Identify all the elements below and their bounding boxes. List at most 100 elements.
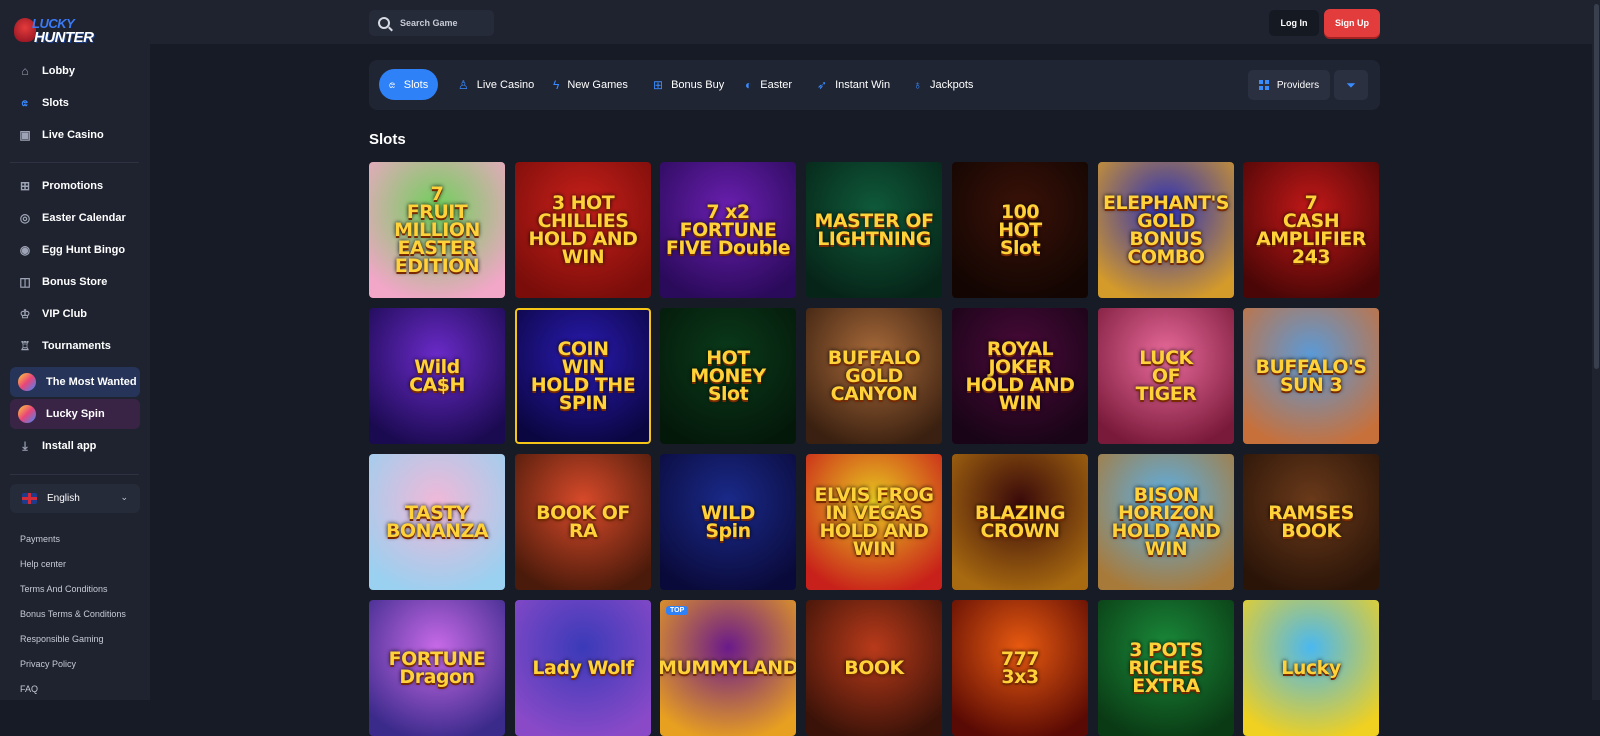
sidebar-item-label: Lobby bbox=[42, 65, 75, 77]
filter-button[interactable]: ⏷ bbox=[1334, 70, 1368, 100]
signup-button[interactable]: Sign Up bbox=[1324, 9, 1380, 37]
scrollbar-thumb[interactable] bbox=[1594, 4, 1599, 369]
search-icon bbox=[378, 17, 390, 29]
sidebar-item-tournaments[interactable]: ♖ Tournaments bbox=[10, 332, 140, 360]
game-title: 100 HOT Slot bbox=[998, 200, 1042, 260]
top-bar bbox=[150, 0, 1600, 44]
chevron-down-icon: ⌄ bbox=[120, 492, 128, 502]
game-title: BOOK bbox=[844, 656, 904, 679]
footer-link-responsible-gaming[interactable]: Responsible Gaming bbox=[20, 634, 104, 644]
providers-button[interactable]: Providers bbox=[1248, 70, 1330, 100]
game-title: BISON HORIZON HOLD AND WIN bbox=[1111, 483, 1221, 561]
game-title: Lady Wolf bbox=[532, 656, 634, 679]
game-tile[interactable]: 3 POTS RICHES EXTRA bbox=[1098, 600, 1234, 736]
game-tile[interactable]: FORTUNE Dragon bbox=[369, 600, 505, 736]
game-tile[interactable]: COIN WIN HOLD THE SPIN bbox=[515, 308, 651, 444]
sidebar-item-lobby[interactable]: ⌂ Lobby bbox=[10, 57, 140, 85]
tab-jackpots[interactable]: ♁ Jackpots bbox=[903, 69, 983, 100]
game-tile[interactable]: BUFFALO'S SUN 3 bbox=[1243, 308, 1379, 444]
footer-link-terms[interactable]: Terms And Conditions bbox=[20, 584, 108, 594]
crown-icon: ♔ bbox=[19, 307, 31, 321]
sidebar-item-the-most-wanted[interactable]: The Most Wanted bbox=[10, 367, 140, 397]
game-tile[interactable]: BOOK OF RA bbox=[515, 454, 651, 590]
gift-icon: ⊞ bbox=[653, 77, 664, 92]
game-title: BUFFALO'S SUN 3 bbox=[1255, 355, 1367, 396]
game-title: HOT MONEY Slot bbox=[690, 346, 766, 406]
game-tile[interactable]: BOOK bbox=[806, 600, 942, 736]
sidebar-item-promotions[interactable]: ⊞ Promotions bbox=[10, 172, 140, 200]
game-tile[interactable]: Lucky bbox=[1243, 600, 1379, 736]
wheel-icon bbox=[18, 405, 36, 423]
search-placeholder: Search Game bbox=[400, 18, 458, 28]
game-title: MASTER OF LIGHTNING bbox=[814, 209, 934, 250]
section-title: Slots bbox=[369, 131, 406, 148]
game-tile[interactable]: TASTY BONANZA bbox=[369, 454, 505, 590]
footer-link-payments[interactable]: Payments bbox=[20, 534, 60, 544]
game-tile[interactable]: Wild CA$H bbox=[369, 308, 505, 444]
lucky-hunter-logo[interactable]: LUCKY HUNTER bbox=[14, 12, 94, 46]
game-tile[interactable]: RAMSES BOOK bbox=[1243, 454, 1379, 590]
moneybag-icon: ♁ bbox=[913, 77, 922, 92]
tab-live-casino[interactable]: ♙ Live Casino bbox=[448, 69, 544, 100]
sidebar-item-vip-club[interactable]: ♔ VIP Club bbox=[10, 300, 140, 328]
tab-slots[interactable]: ၕ Slots bbox=[379, 69, 439, 100]
footer-link-privacy-policy[interactable]: Privacy Policy bbox=[20, 659, 76, 669]
game-tile[interactable]: Lady Wolf bbox=[515, 600, 651, 736]
game-tile[interactable]: BUFFALO GOLD CANYON bbox=[806, 308, 942, 444]
game-tile[interactable]: 777 3x3 bbox=[952, 600, 1088, 736]
game-tile[interactable]: 7 x2 FORTUNE FIVE Double bbox=[660, 162, 796, 298]
bolt-icon: ϟ bbox=[553, 77, 560, 92]
game-tile[interactable]: 100 HOT Slot bbox=[952, 162, 1088, 298]
tab-new-games[interactable]: ϟ New Games bbox=[543, 69, 638, 100]
download-icon: ⤓ bbox=[22, 438, 28, 453]
game-tile[interactable]: MASTER OF LIGHTNING bbox=[806, 162, 942, 298]
game-tile[interactable]: 7 CASH AMPLIFIER 243 bbox=[1243, 162, 1379, 298]
login-button[interactable]: Log In bbox=[1269, 10, 1319, 36]
game-title: TASTY BONANZA bbox=[385, 501, 489, 542]
footer-link-faq[interactable]: FAQ bbox=[20, 684, 38, 694]
game-tile[interactable]: BISON HORIZON HOLD AND WIN bbox=[1098, 454, 1234, 590]
sidebar-item-label: Tournaments bbox=[42, 340, 111, 352]
game-tile[interactable]: WILD Spin bbox=[660, 454, 796, 590]
game-tile[interactable]: TOP MUMMYLAND bbox=[660, 600, 796, 736]
game-title: 7 x2 FORTUNE FIVE Double bbox=[665, 200, 791, 260]
game-title: Lucky bbox=[1281, 656, 1341, 679]
game-title: RAMSES BOOK bbox=[1268, 501, 1354, 542]
cards-icon: ▣ bbox=[19, 128, 31, 142]
tab-instant-win[interactable]: ➶ Instant Win bbox=[807, 69, 900, 100]
game-tile[interactable]: ELVIS FROG IN VEGAS HOLD AND WIN bbox=[806, 454, 942, 590]
sidebar-item-bonus-store[interactable]: ◫ Bonus Store bbox=[10, 268, 140, 296]
sidebar-item-slots[interactable]: ၕ Slots bbox=[10, 89, 140, 117]
tab-easter[interactable]: ◐ Easter bbox=[735, 69, 802, 100]
sidebar-item-easter-calendar[interactable]: ◎ Easter Calendar bbox=[10, 204, 140, 232]
sidebar-item-live-casino[interactable]: ▣ Live Casino bbox=[10, 121, 140, 149]
footer-link-help-center[interactable]: Help center bbox=[20, 559, 66, 569]
game-tile[interactable]: LUCK OF TIGER bbox=[1098, 308, 1234, 444]
footer-link-bonus-terms[interactable]: Bonus Terms & Conditions bbox=[20, 609, 126, 619]
game-tile[interactable]: 3 HOT CHILLIES HOLD AND WIN bbox=[515, 162, 651, 298]
logo-line2: HUNTER bbox=[34, 29, 94, 46]
sidebar-item-label: Install app bbox=[42, 440, 97, 452]
sidebar: LUCKY HUNTER ⌂ Lobby ၕ Slots ▣ Live Casino … bbox=[0, 0, 150, 700]
game-title: FORTUNE Dragon bbox=[388, 647, 486, 688]
grid-icon bbox=[1258, 80, 1269, 90]
game-tile[interactable]: HOT MONEY Slot bbox=[660, 308, 796, 444]
search-input[interactable]: Search Game bbox=[369, 10, 494, 36]
game-title: 7 CASH AMPLIFIER 243 bbox=[1256, 191, 1366, 269]
game-tile[interactable]: 7 FRUIT MILLION EASTER EDITION bbox=[369, 162, 505, 298]
sidebar-item-install-app[interactable]: ⤓ Install app bbox=[10, 432, 140, 460]
sidebar-item-label: Egg Hunt Bingo bbox=[42, 244, 126, 256]
game-tile[interactable]: ROYAL JOKER HOLD AND WIN bbox=[952, 308, 1088, 444]
game-title: ELVIS FROG IN VEGAS HOLD AND WIN bbox=[814, 483, 934, 561]
trophy-icon: ♖ bbox=[19, 339, 31, 353]
game-title: ROYAL JOKER HOLD AND WIN bbox=[965, 337, 1075, 415]
tab-bonus-buy[interactable]: ⊞ Bonus Buy bbox=[643, 69, 734, 100]
game-title: COIN WIN HOLD THE SPIN bbox=[530, 337, 636, 415]
game-tile[interactable]: ELEPHANT'S GOLD BONUS COMBO bbox=[1098, 162, 1234, 298]
game-tile[interactable]: BLAZING CROWN bbox=[952, 454, 1088, 590]
sidebar-item-label: VIP Club bbox=[42, 308, 88, 320]
sidebar-item-lucky-spin[interactable]: Lucky Spin bbox=[10, 399, 140, 429]
language-selector[interactable]: English ⌄ bbox=[10, 484, 140, 513]
sidebar-item-egg-hunt-bingo[interactable]: ◉ Egg Hunt Bingo bbox=[10, 236, 140, 264]
cherries-icon: ၕ bbox=[21, 95, 29, 109]
